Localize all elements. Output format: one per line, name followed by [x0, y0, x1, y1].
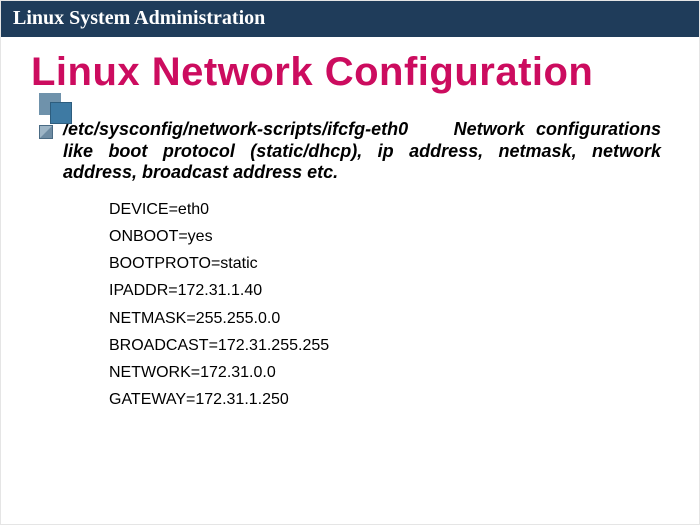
- title-decoration-icon: [39, 93, 73, 121]
- config-line: BOOTPROTO=static: [109, 250, 661, 277]
- slide-body: /etc/sysconfig/network-scripts/ifcfg-eth…: [39, 119, 661, 413]
- slide: Linux System Administration Linux Networ…: [0, 0, 700, 525]
- bullet-item: /etc/sysconfig/network-scripts/ifcfg-eth…: [39, 119, 661, 184]
- config-line: ONBOOT=yes: [109, 223, 661, 250]
- bullet-icon: [39, 125, 53, 139]
- config-line: BROADCAST=172.31.255.255: [109, 332, 661, 359]
- title-area: Linux Network Configuration: [31, 51, 669, 93]
- slide-title: Linux Network Configuration: [31, 51, 669, 93]
- config-line: IPADDR=172.31.1.40: [109, 277, 661, 304]
- config-list: DEVICE=eth0 ONBOOT=yes BOOTPROTO=static …: [109, 196, 661, 414]
- header-bar: Linux System Administration: [1, 1, 699, 37]
- config-file-path: /etc/sysconfig/network-scripts/ifcfg-eth…: [63, 119, 408, 139]
- header-title: Linux System Administration: [13, 7, 265, 29]
- config-line: NETMASK=255.255.0.0: [109, 305, 661, 332]
- bullet-text: /etc/sysconfig/network-scripts/ifcfg-eth…: [63, 119, 661, 184]
- config-line: GATEWAY=172.31.1.250: [109, 386, 661, 413]
- config-line: DEVICE=eth0: [109, 196, 661, 223]
- config-line: NETWORK=172.31.0.0: [109, 359, 661, 386]
